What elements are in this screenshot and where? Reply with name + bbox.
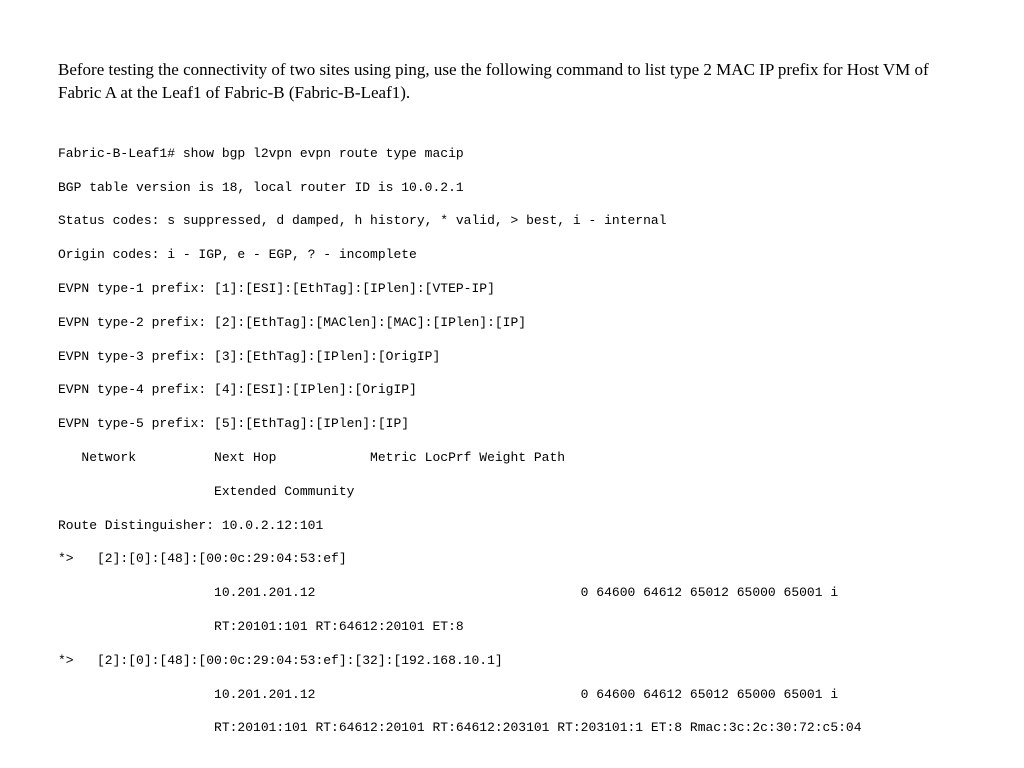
page-content: Before testing the connectivity of two s…: [0, 0, 1024, 745]
intro-paragraph: Before testing the connectivity of two s…: [58, 59, 966, 105]
terminal-output: Fabric-B-Leaf1# show bgp l2vpn evpn rout…: [58, 137, 966, 745]
